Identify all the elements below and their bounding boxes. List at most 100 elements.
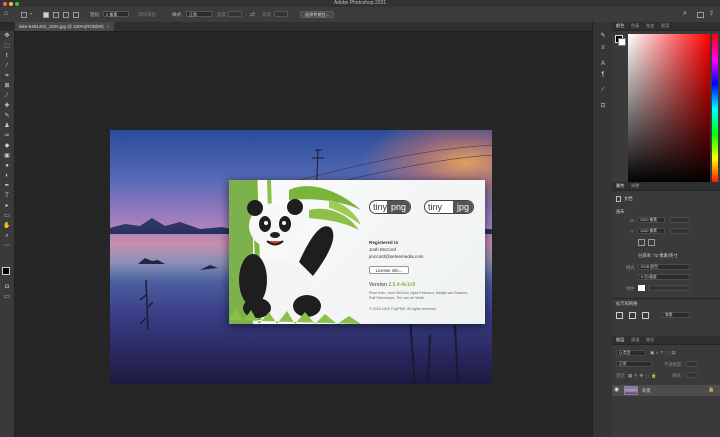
canvas-height-input[interactable]: 1280 像素 bbox=[637, 228, 665, 234]
canvas-x-input[interactable] bbox=[670, 217, 690, 223]
portrait-icon[interactable] bbox=[638, 239, 645, 246]
home-icon[interactable]: ⌂ bbox=[4, 10, 12, 18]
guides-icon[interactable] bbox=[642, 312, 649, 319]
hand-tool-icon[interactable]: ✋ bbox=[3, 222, 11, 230]
registered-label: Registered to bbox=[369, 240, 399, 245]
layers-panel-tabs: 图层 通道 路径 bbox=[612, 336, 720, 345]
brush-tool-icon[interactable]: ✎ bbox=[3, 112, 11, 120]
crop-tool-icon[interactable]: ⌗ bbox=[3, 72, 11, 80]
tab-adjustments[interactable]: 调整 bbox=[631, 182, 639, 190]
type-tool-icon[interactable]: T bbox=[3, 192, 11, 200]
document-tab[interactable]: lake-6481492_1920.jpg @ 100%(RGB/8#) × bbox=[15, 22, 114, 31]
swap-icon[interactable]: ⇄ bbox=[250, 11, 255, 18]
info-panel-icon[interactable]: ⊡ bbox=[599, 102, 607, 110]
antialias-checkbox[interactable]: 消除锯齿 bbox=[138, 7, 156, 22]
search-icon[interactable]: ⌕ bbox=[683, 10, 687, 18]
feather-input[interactable]: 0 像素 bbox=[103, 11, 129, 17]
resolution-text: 分辨率: 72 像素/英寸 bbox=[638, 253, 678, 258]
history-panel-icon[interactable]: ✎ bbox=[599, 32, 607, 40]
select-and-mask-button[interactable]: 选择并遮住... bbox=[300, 11, 334, 18]
canvas-y-input[interactable] bbox=[670, 228, 690, 234]
hue-slider[interactable] bbox=[712, 34, 718, 184]
height-label: H bbox=[630, 229, 634, 234]
marquee-tool-icon[interactable]: ⬚ bbox=[3, 42, 11, 50]
landscape-icon[interactable] bbox=[648, 239, 655, 246]
height-input[interactable] bbox=[274, 11, 288, 17]
history-brush-icon[interactable]: ✑ bbox=[3, 132, 11, 140]
layer-filter-icons[interactable]: ▣◐T⬚▤ bbox=[650, 350, 677, 356]
width-input[interactable] bbox=[228, 11, 242, 17]
actions-panel-icon[interactable]: ⁄ bbox=[599, 86, 607, 94]
path-selection-icon[interactable]: ▸ bbox=[3, 202, 11, 210]
credits-text: Plum from, Josh McCord, Alpia Peterson, … bbox=[369, 291, 469, 300]
add-selection-icon[interactable] bbox=[53, 11, 59, 18]
zoom-tool-icon[interactable]: ⌕ bbox=[3, 232, 11, 240]
layer-filter-input[interactable]: Q 类型 bbox=[616, 350, 646, 356]
fill-select[interactable] bbox=[648, 285, 690, 291]
layer-row-background[interactable]: ◉ 背景 🔒 bbox=[612, 385, 720, 396]
screen-mode-icon[interactable]: ▭ bbox=[3, 293, 11, 301]
grid-icon[interactable] bbox=[629, 312, 636, 319]
dodge-tool-icon[interactable]: ◐ bbox=[3, 172, 11, 180]
intersect-selection-icon[interactable] bbox=[73, 11, 79, 18]
close-tab-icon[interactable]: × bbox=[107, 24, 110, 29]
chevron-down-icon[interactable]: ▾ bbox=[30, 11, 32, 16]
tab-patterns[interactable]: 图案 bbox=[661, 22, 669, 30]
tab-paths[interactable]: 路径 bbox=[646, 336, 654, 344]
tab-color[interactable]: 颜色 bbox=[616, 22, 624, 30]
tab-channels[interactable]: 通道 bbox=[631, 336, 639, 344]
layer-thumbnail bbox=[624, 386, 638, 395]
paragraph-panel-icon[interactable]: ¶ bbox=[599, 71, 607, 79]
brush-settings-icon[interactable]: ≡ bbox=[599, 44, 607, 52]
marquee-tool-icon[interactable] bbox=[21, 11, 27, 18]
tab-swatches[interactable]: 色板 bbox=[631, 22, 639, 30]
ruler-icon[interactable] bbox=[616, 312, 623, 319]
license-info-button[interactable]: License info... bbox=[369, 266, 409, 274]
gradient-tool-icon[interactable]: ▣ bbox=[3, 152, 11, 160]
new-selection-icon[interactable] bbox=[43, 11, 49, 18]
shape-tool-icon[interactable]: ▭ bbox=[3, 212, 11, 220]
canvas-width-input[interactable]: 1920 像素 bbox=[637, 217, 665, 223]
share-icon[interactable]: ⇪ bbox=[709, 10, 714, 18]
color-picker-field[interactable] bbox=[628, 34, 710, 184]
workspace-icon[interactable] bbox=[697, 11, 704, 18]
quick-mask-icon[interactable]: ◘ bbox=[3, 283, 11, 291]
background-color-chip[interactable] bbox=[618, 38, 626, 46]
frame-tool-icon[interactable]: ⊠ bbox=[3, 82, 11, 90]
window-title: Adobe Photoshop 2021 bbox=[333, 0, 387, 6]
healing-brush-icon[interactable]: ✚ bbox=[3, 102, 11, 110]
fill-opacity-input[interactable] bbox=[686, 372, 698, 378]
pen-tool-icon[interactable]: ✒ bbox=[3, 182, 11, 190]
tab-properties[interactable]: 属性 bbox=[616, 182, 624, 190]
style-label: 样式: bbox=[172, 12, 183, 17]
lasso-tool-icon[interactable]: ℓ bbox=[3, 52, 11, 60]
character-panel-icon[interactable]: A bbox=[599, 60, 607, 68]
logo-jpg-text: jpg bbox=[452, 201, 473, 213]
document-label: 文档 bbox=[624, 196, 633, 201]
style-select[interactable]: 正常 bbox=[186, 11, 212, 17]
units-select[interactable]: 像素 bbox=[662, 312, 690, 318]
collapsed-panels-strip: ✎ ≡ A ¶ ⁄ ⊡ bbox=[592, 22, 614, 437]
clone-stamp-icon[interactable]: ♟ bbox=[3, 122, 11, 130]
subtract-selection-icon[interactable] bbox=[63, 11, 69, 18]
bit-depth-select[interactable]: 8 位/通道 bbox=[638, 274, 690, 280]
lock-icons[interactable]: ▦✎✥⬚🔒 bbox=[628, 373, 659, 379]
more-tools-icon[interactable]: ⋯ bbox=[3, 242, 11, 250]
visibility-eye-icon[interactable]: ◉ bbox=[614, 387, 619, 394]
divider bbox=[612, 298, 720, 299]
blend-mode-select[interactable]: 正常 bbox=[616, 361, 652, 367]
opacity-label: 不透明度: bbox=[664, 362, 683, 367]
eyedropper-icon[interactable]: ⁄ bbox=[3, 92, 11, 100]
magic-wand-icon[interactable]: ⁄ bbox=[3, 62, 11, 70]
blur-tool-icon[interactable]: ● bbox=[3, 162, 11, 170]
foreground-color-swatch[interactable] bbox=[2, 267, 10, 275]
tab-layers[interactable]: 图层 bbox=[616, 336, 624, 344]
width-label: W bbox=[630, 218, 635, 223]
document-tabs: lake-6481492_1920.jpg @ 100%(RGB/8#) × bbox=[15, 22, 592, 32]
color-mode-select[interactable]: RGB 颜色 bbox=[638, 264, 690, 270]
move-tool-icon[interactable]: ✥ bbox=[3, 32, 11, 40]
eraser-icon[interactable]: ◆ bbox=[3, 142, 11, 150]
opacity-input[interactable] bbox=[686, 361, 698, 367]
tab-gradients[interactable]: 渐变 bbox=[646, 22, 654, 30]
fill-swatch[interactable] bbox=[638, 285, 645, 291]
